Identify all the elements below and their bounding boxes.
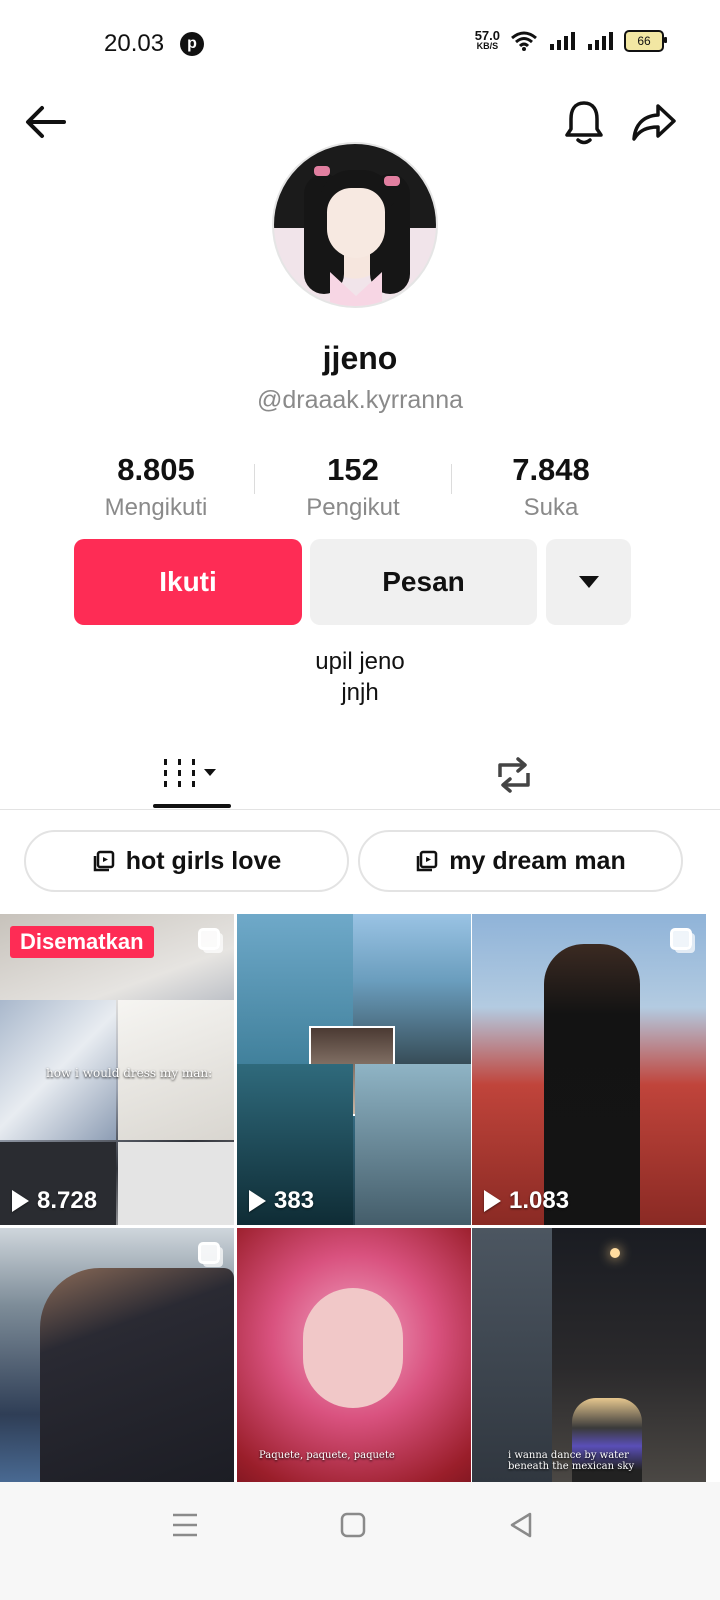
- share-button[interactable]: [626, 94, 682, 150]
- tab-videos[interactable]: [12, 740, 372, 810]
- playlist-chip-label: my dream man: [449, 846, 626, 875]
- multi-photo-icon: [198, 1242, 220, 1264]
- play-icon: [249, 1190, 266, 1212]
- more-options-button[interactable]: [546, 539, 631, 625]
- stat-followers-label: Pengikut: [306, 494, 400, 521]
- notification-button[interactable]: [556, 94, 612, 150]
- video-thumb-part: [118, 1142, 234, 1225]
- status-time: 20.03: [104, 30, 165, 57]
- video-views: 8.728: [12, 1187, 97, 1215]
- tab-active-indicator: [153, 804, 231, 808]
- avatar-bow-left: [314, 166, 330, 176]
- tabs-divider: [0, 809, 720, 810]
- stat-following-label: Mengikuti: [104, 494, 208, 521]
- avatar[interactable]: [272, 142, 438, 308]
- battery-icon: 66: [624, 30, 667, 52]
- playlist-chip-2[interactable]: my dream man: [358, 830, 683, 892]
- pinterest-notification-icon: p: [180, 32, 204, 56]
- stat-likes-value: 7.848: [512, 452, 590, 487]
- video-tile[interactable]: 1.083: [472, 914, 706, 1225]
- multi-photo-icon: [670, 928, 692, 950]
- video-tile[interactable]: 383: [237, 914, 471, 1225]
- multi-photo-icon: [198, 928, 220, 950]
- system-nav-bar: [0, 1482, 720, 1600]
- video-tile[interactable]: how i would dress my man: Disematkan 8.7…: [0, 914, 234, 1225]
- stat-followers-value: 152: [327, 452, 379, 487]
- video-view-count: 8.728: [37, 1187, 98, 1214]
- bio-line-2: jnjh: [341, 679, 379, 706]
- wifi-icon: [511, 31, 537, 51]
- network-speed-unit: KB/S: [476, 41, 499, 51]
- video-thumb-part: [303, 1288, 403, 1408]
- caret-down-icon: [578, 576, 599, 588]
- video-view-count: 1.083: [509, 1187, 570, 1214]
- status-icons: 57.0 KB/S 66: [474, 28, 667, 52]
- stat-likes-label: Suka: [523, 494, 579, 521]
- stat-likes[interactable]: 7.848 Suka: [451, 452, 651, 522]
- video-caption: how i would dress my man:: [46, 1066, 213, 1080]
- back-button[interactable]: [18, 94, 74, 150]
- playlist-chip-1[interactable]: hot girls love: [24, 830, 349, 892]
- avatar-face: [327, 188, 385, 258]
- playlist-icon: [417, 850, 438, 872]
- play-icon: [484, 1190, 501, 1212]
- network-speed: 57.0 KB/S: [474, 28, 500, 52]
- message-button[interactable]: Pesan: [310, 539, 537, 625]
- tab-reposts[interactable]: [334, 740, 694, 810]
- video-thumb-part: [40, 1268, 234, 1484]
- street-light: [610, 1248, 620, 1258]
- playlist-icon: [93, 850, 114, 872]
- video-caption: i wanna dance by water beneath the mexic…: [508, 1450, 635, 1472]
- video-caption: Paquete, paquete, paquete: [259, 1450, 395, 1461]
- follow-button[interactable]: Ikuti: [74, 539, 302, 625]
- battery-level: 66: [637, 34, 651, 48]
- signal-icon-2: [588, 32, 613, 50]
- playlist-chip-label: hot girls love: [125, 846, 282, 875]
- arrow-left-icon: [26, 106, 66, 138]
- pinned-badge: Disematkan: [10, 926, 154, 958]
- video-views: 383: [249, 1187, 314, 1215]
- bio-line-1: upil jeno: [315, 648, 405, 675]
- bell-icon: [565, 101, 603, 145]
- video-view-count: 383: [274, 1187, 315, 1214]
- profile-handle: @draaak.kyrranna: [256, 386, 464, 414]
- back-nav-icon[interactable]: [508, 1511, 534, 1539]
- signal-icon-1: [550, 32, 575, 50]
- video-views: 1.083: [484, 1187, 569, 1215]
- profile-name: jjeno: [322, 340, 398, 376]
- stat-following-value: 8.805: [117, 452, 195, 487]
- avatar-bow-right: [384, 176, 400, 186]
- stat-followers[interactable]: 152 Pengikut: [253, 452, 453, 522]
- share-arrow-icon: [632, 104, 676, 141]
- home-icon[interactable]: [340, 1512, 366, 1538]
- play-icon: [12, 1190, 29, 1212]
- recent-apps-icon[interactable]: [171, 1512, 199, 1538]
- grid-columns-icon: [164, 759, 216, 787]
- video-thumb-part: [355, 1064, 471, 1225]
- repost-icon: [498, 757, 530, 793]
- stat-following[interactable]: 8.805 Mengikuti: [56, 452, 256, 522]
- video-thumb-part: [544, 944, 640, 1225]
- network-speed-value: 57.0: [474, 28, 500, 43]
